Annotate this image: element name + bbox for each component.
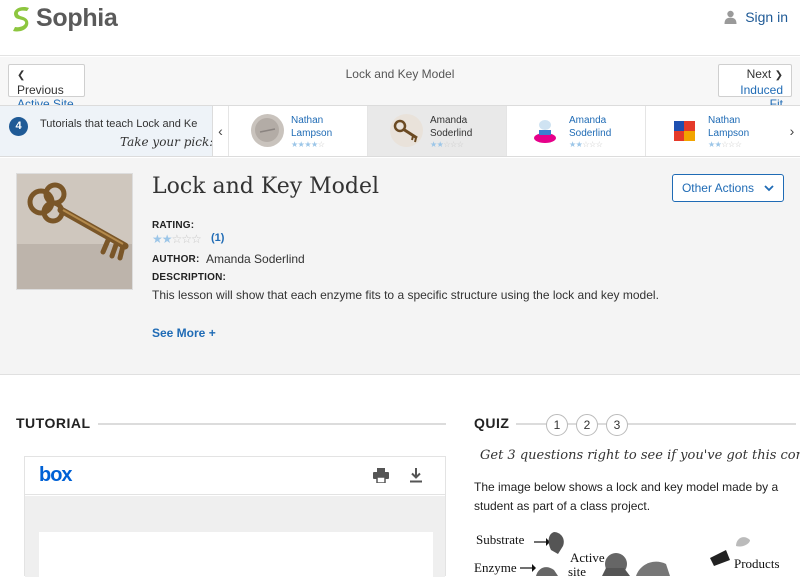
rating-count-link[interactable]: (1) — [211, 232, 224, 244]
document-page — [39, 532, 433, 577]
lock-and-key-figure: Substrate Enzyme Active site Products — [474, 524, 800, 579]
card-author-first: Nathan — [291, 115, 324, 126]
tutorial-card[interactable]: Amanda Soderlind ★★☆☆☆ — [506, 106, 645, 156]
figure-label-substrate: Substrate — [476, 532, 525, 547]
card-rating: ★★☆☆☆ — [708, 140, 742, 149]
lesson-image — [16, 173, 133, 290]
other-actions-label: Other Actions — [681, 181, 755, 195]
print-icon[interactable] — [373, 468, 389, 483]
author-label: AUTHOR: — [152, 254, 200, 265]
rating-label: RATING: — [152, 220, 195, 231]
sophia-logo[interactable]: Sophia — [10, 4, 118, 33]
see-more-link[interactable]: See More + — [152, 326, 216, 340]
tutorials-label: Tutorials that teach Lock and Ke — [40, 118, 198, 130]
tutorial-card-selected[interactable]: Amanda Soderlind ★★☆☆☆ — [367, 106, 506, 156]
quiz-heading: QUIZ — [474, 415, 510, 431]
card-rating: ★★☆☆☆ — [430, 140, 464, 149]
logo-text: Sophia — [36, 4, 118, 32]
tutorial-heading: TUTORIAL — [16, 415, 91, 431]
sign-in-link[interactable]: Sign in — [724, 9, 788, 25]
card-author-last: Lampson — [708, 128, 750, 139]
download-icon[interactable] — [409, 468, 423, 483]
card-author-last: Lampson — [291, 128, 333, 139]
next-button[interactable]: Next ❯ Induced Fit — [718, 64, 792, 111]
figure-label-enzyme: Enzyme — [474, 560, 517, 575]
author-name: Amanda Soderlind — [206, 252, 305, 266]
strip-scroll-left-button[interactable]: ‹ — [212, 106, 228, 156]
card-author-last: Soderlind — [569, 128, 612, 139]
tutorials-label-panel: 4 Tutorials that teach Lock and Ke Take … — [0, 106, 212, 156]
chevron-right-icon: › — [789, 123, 795, 139]
other-actions-dropdown[interactable]: Other Actions — [672, 174, 784, 202]
card-author-last: Soderlind — [430, 128, 473, 139]
tutorial-count-badge: 4 — [9, 117, 28, 136]
description-label: DESCRIPTION: — [152, 272, 227, 283]
lesson-navigation: ❮ Previous Active Site Lock and Key Mode… — [0, 57, 800, 111]
tutorials-strip: 4 Tutorials that teach Lock and Ke Take … — [0, 105, 800, 157]
lesson-description: This lesson will show that each enzyme f… — [152, 288, 659, 302]
author-avatar — [251, 114, 284, 147]
quiz-question-2[interactable]: 2 — [576, 414, 598, 436]
tutorial-card[interactable]: Nathan Lampson ★★★★☆ — [228, 106, 367, 156]
quiz-question-3[interactable]: 3 — [606, 414, 628, 436]
figure-label-site: site — [568, 564, 587, 579]
card-author-first: Amanda — [430, 115, 468, 126]
previous-label: Previous — [17, 83, 64, 97]
viewer-page-area[interactable] — [25, 496, 445, 577]
quiz-question-1[interactable]: 1 — [546, 414, 568, 436]
author-avatar — [668, 114, 701, 147]
tutorial-card[interactable]: Nathan Lampson ★★☆☆☆ — [645, 106, 784, 156]
user-icon — [724, 10, 737, 24]
sophia-logo-icon — [13, 6, 29, 31]
lesson-info-panel: Lock and Key Model Other Actions RATING:… — [0, 158, 800, 375]
card-rating: ★★★★☆ — [291, 140, 325, 149]
card-author-first: Amanda — [569, 115, 607, 126]
sign-in-label: Sign in — [745, 9, 788, 25]
chevron-down-icon — [764, 184, 774, 191]
viewer-toolbar: box — [25, 457, 445, 495]
chevron-left-icon: ‹ — [218, 123, 223, 139]
quiz-tagline: Get 3 questions right to see if you've g… — [480, 448, 800, 463]
author-avatar — [529, 114, 562, 147]
lesson-title: Lock and Key Model — [152, 174, 380, 199]
box-document-viewer: box — [24, 456, 446, 577]
rating-stars: ★★☆☆☆ — [152, 232, 202, 246]
figure-label-products: Products — [734, 556, 780, 571]
tutorial-divider — [98, 423, 446, 425]
card-rating: ★★☆☆☆ — [569, 140, 603, 149]
nav-page-title: Lock and Key Model — [345, 67, 455, 81]
chevron-right-icon: ❯ — [774, 70, 783, 81]
next-label: Next — [746, 67, 772, 81]
box-logo[interactable]: box — [39, 464, 73, 487]
strip-scroll-right-button[interactable]: › — [784, 106, 800, 156]
site-header: Sophia Sign in — [0, 0, 800, 56]
author-avatar — [390, 114, 423, 147]
quiz-question-text: The image below shows a lock and key mod… — [474, 480, 779, 513]
card-author-first: Nathan — [708, 115, 741, 126]
take-your-pick-text: Take your pick: — [120, 135, 212, 149]
tutorial-cards: Nathan Lampson ★★★★☆ Amanda Soderlind ★★☆☆… — [228, 106, 784, 156]
